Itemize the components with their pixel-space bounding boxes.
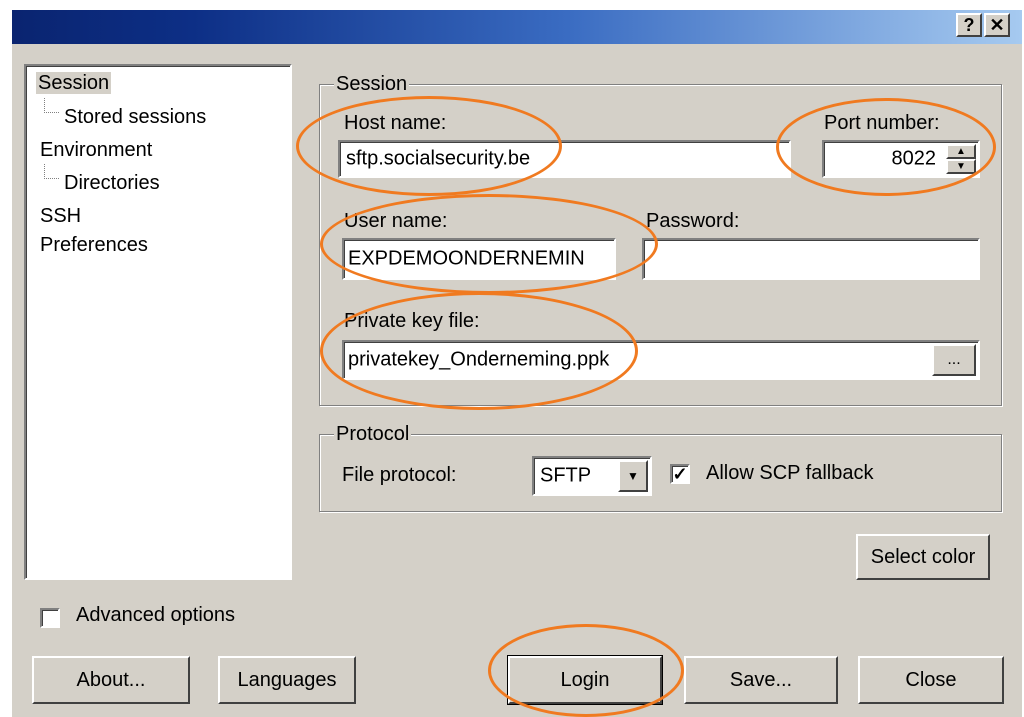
close-window-button[interactable]: ✕ [984, 13, 1010, 37]
advanced-options-label: Advanced options [76, 604, 236, 626]
tree-item-preferences[interactable]: Preferences [40, 234, 148, 257]
file-protocol-select[interactable]: SFTP ▼ [532, 456, 652, 496]
session-group-label: Session [334, 73, 410, 96]
tree-item-directories[interactable]: Directories [64, 172, 160, 195]
tree-item-ssh[interactable]: SSH [40, 205, 81, 228]
host-name-label: Host name: [344, 112, 447, 134]
login-button[interactable]: Login [507, 655, 663, 705]
about-button[interactable]: About... [32, 656, 190, 704]
languages-button[interactable]: Languages [218, 656, 356, 704]
protocol-group-label: Protocol [334, 423, 412, 446]
private-key-input[interactable]: privatekey_Onderneming.ppk ... [342, 340, 980, 380]
save-button[interactable]: Save... [684, 656, 838, 704]
port-number-label: Port number: [824, 112, 940, 134]
tree-connector-icon [44, 164, 59, 179]
close-icon: ✕ [989, 14, 1005, 35]
port-number-stepper[interactable]: 8022 ▲ ▼ [822, 140, 980, 178]
title-bar: ? ✕ [12, 10, 1022, 44]
user-name-input[interactable]: EXPDEMOONDERNEMIN [342, 238, 616, 280]
tree-connector-icon [44, 98, 59, 113]
tree-item-environment[interactable]: Environment [40, 139, 152, 162]
file-protocol-label: File protocol: [342, 464, 457, 486]
navigation-tree[interactable]: Session Stored sessions Environment Dire… [24, 64, 292, 580]
password-label: Password: [646, 210, 740, 232]
port-up-button[interactable]: ▲ [946, 144, 976, 159]
chevron-down-icon: ▼ [627, 469, 639, 483]
file-protocol-dropdown-button[interactable]: ▼ [618, 460, 648, 492]
chevron-up-icon: ▲ [956, 146, 966, 157]
user-name-label: User name: [344, 210, 448, 232]
tree-item-session[interactable]: Session [36, 72, 112, 95]
tree-item-stored-sessions[interactable]: Stored sessions [64, 106, 206, 129]
private-key-label: Private key file: [344, 310, 480, 332]
chevron-down-icon: ▼ [956, 161, 966, 172]
port-down-button[interactable]: ▼ [946, 159, 976, 174]
browse-key-button[interactable]: ... [932, 344, 976, 376]
password-input[interactable] [642, 238, 980, 280]
help-button[interactable]: ? [956, 13, 982, 37]
select-color-button[interactable]: Select color [856, 534, 990, 580]
checkmark-icon: ✓ [672, 464, 688, 484]
close-button[interactable]: Close [858, 656, 1004, 704]
scp-fallback-checkbox[interactable]: ✓ [670, 464, 690, 484]
advanced-options-checkbox[interactable] [40, 608, 60, 628]
host-name-input[interactable]: sftp.socialsecurity.be [338, 140, 791, 178]
scp-fallback-label: Allow SCP fallback [706, 462, 874, 484]
